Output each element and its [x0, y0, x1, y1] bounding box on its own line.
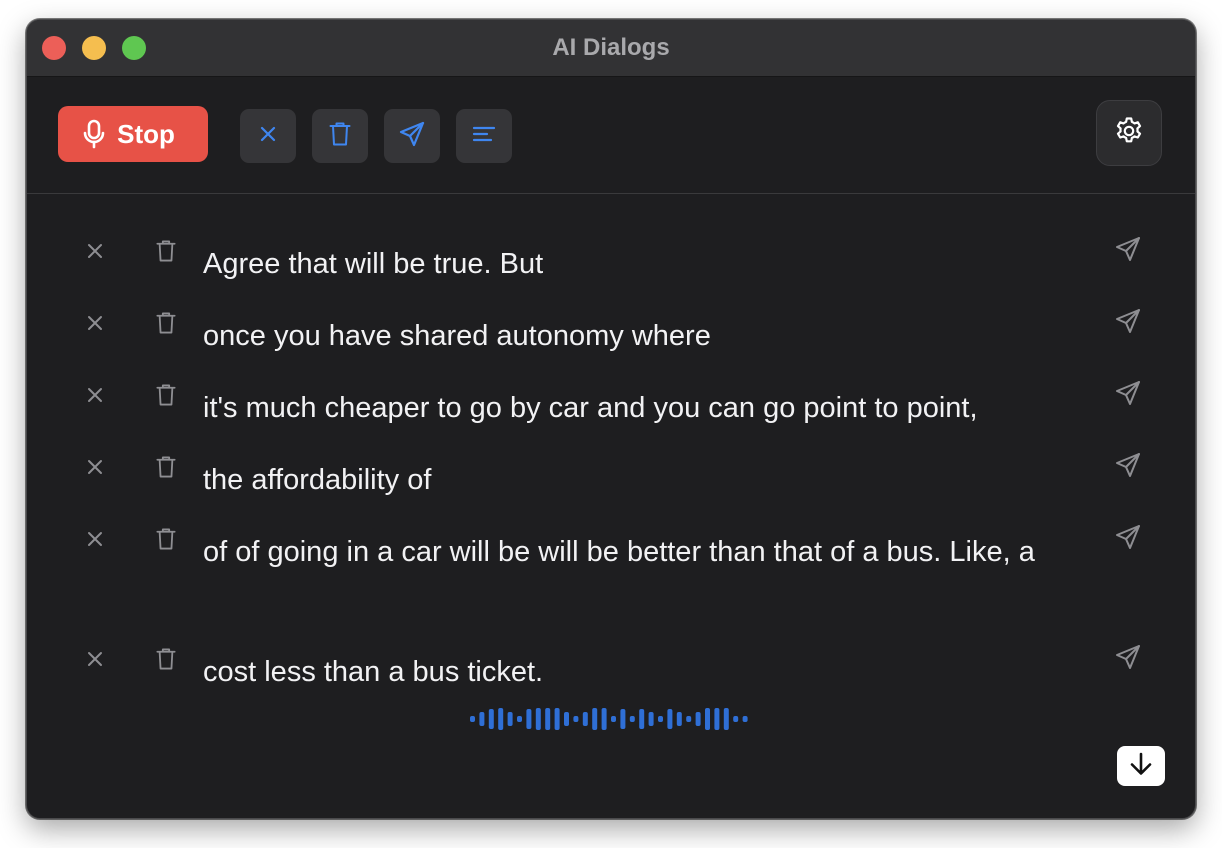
send-icon [1114, 307, 1142, 340]
waveform-bar [658, 716, 663, 722]
waveform-bar [470, 716, 475, 722]
close-icon [86, 386, 104, 409]
microphone-icon [83, 119, 105, 149]
waveform-bar [695, 712, 701, 726]
waveform-bar [517, 716, 522, 722]
close-icon [259, 125, 277, 148]
waveform-bar [714, 708, 720, 730]
send-line-button[interactable] [1111, 522, 1145, 556]
transcript-line-text: Agree that will be true. But [203, 248, 544, 280]
trash-icon [156, 527, 176, 556]
remove-line-button[interactable] [82, 384, 108, 410]
transcript-line-text: of of going in a car will be will be bet… [203, 536, 1035, 568]
waveform-bar [629, 716, 635, 722]
waveform-bar [705, 708, 710, 730]
close-icon [86, 242, 104, 265]
waveform-bar [507, 712, 513, 726]
title-bar: AI Dialogs [27, 20, 1195, 77]
waveform-bar [554, 708, 560, 730]
trash-icon [156, 455, 176, 484]
window-title: AI Dialogs [552, 34, 670, 61]
send-line-button[interactable] [1111, 234, 1145, 268]
remove-line-button[interactable] [82, 528, 108, 554]
transcript-line-text: it's much cheaper to go by car and you c… [203, 392, 978, 424]
waveform-bar [742, 716, 748, 722]
send-icon [1114, 451, 1142, 484]
waveform-bar [498, 708, 504, 730]
delete-line-button[interactable] [153, 382, 179, 412]
waveform-bar [592, 708, 598, 730]
waveform-bar [620, 709, 626, 729]
waveform-bar [733, 716, 739, 722]
waveform-bar [545, 708, 551, 730]
waveform-bar [723, 708, 729, 730]
waveform-bar [479, 712, 485, 726]
close-icon [86, 650, 104, 673]
remove-line-button[interactable] [82, 240, 108, 266]
delete-line-button[interactable] [153, 238, 179, 268]
transcript-line-text: cost less than a bus ticket. [203, 656, 544, 688]
trash-icon [156, 311, 176, 340]
remove-line-button[interactable] [82, 312, 108, 338]
trash-icon [156, 647, 176, 676]
stop-recording-button[interactable]: Stop [58, 106, 208, 162]
send-line-button[interactable] [1111, 378, 1145, 412]
waveform-bar [667, 709, 673, 729]
close-icon [86, 458, 104, 481]
app-window: AI Dialogs Stop Agree that will be true.… [26, 19, 1196, 819]
waveform-bar [648, 712, 654, 726]
waveform-bar [639, 709, 645, 729]
send-all-button[interactable] [384, 109, 440, 163]
settings-button[interactable] [1096, 100, 1162, 166]
send-line-button[interactable] [1111, 306, 1145, 340]
remove-line-button[interactable] [82, 648, 108, 674]
close-icon [86, 314, 104, 337]
scroll-to-bottom-button[interactable] [1117, 746, 1165, 786]
delete-line-button[interactable] [153, 646, 179, 676]
align-left-icon [472, 124, 496, 149]
trash-icon [156, 383, 176, 412]
send-icon [398, 120, 426, 153]
waveform-bar [564, 712, 569, 726]
toolbar: Stop [27, 76, 1195, 194]
delete-line-button[interactable] [153, 310, 179, 340]
delete-line-button[interactable] [153, 526, 179, 556]
send-icon [1114, 643, 1142, 676]
clear-button[interactable] [240, 109, 296, 163]
waveform-bar [535, 708, 541, 730]
stop-button-label: Stop [117, 118, 175, 149]
send-icon [1114, 379, 1142, 412]
waveform-bar [611, 716, 616, 722]
waveform-bar [601, 708, 607, 730]
trash-icon [329, 121, 351, 152]
send-line-button[interactable] [1111, 642, 1145, 676]
waveform-bar [582, 712, 588, 726]
waveform-bar [488, 709, 494, 729]
audio-waveform-icon [468, 705, 758, 738]
transcript-line-text: the affordability of [203, 464, 432, 496]
delete-all-button[interactable] [312, 109, 368, 163]
waveform-bar [526, 709, 532, 729]
send-line-button[interactable] [1111, 450, 1145, 484]
send-icon [1114, 235, 1142, 268]
delete-line-button[interactable] [153, 454, 179, 484]
waveform-bar [686, 716, 692, 722]
transcript-line-text: once you have shared autonomy where [203, 320, 711, 352]
close-icon [86, 530, 104, 553]
gear-icon [1114, 116, 1144, 151]
remove-line-button[interactable] [82, 456, 108, 482]
trash-icon [156, 239, 176, 268]
waveform-bar [573, 716, 579, 722]
send-icon [1114, 523, 1142, 556]
format-text-button[interactable] [456, 109, 512, 163]
arrow-down-icon [1128, 751, 1154, 782]
waveform-bar [676, 712, 682, 726]
